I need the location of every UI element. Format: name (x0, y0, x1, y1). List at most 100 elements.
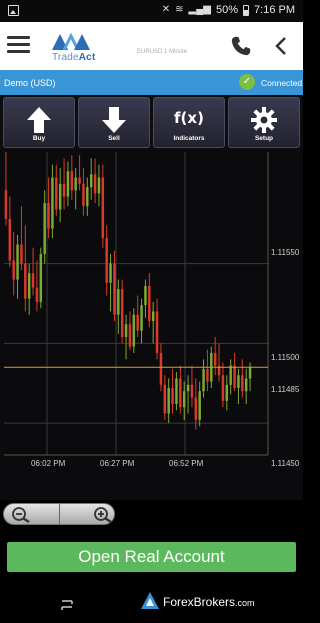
candle-body (70, 171, 74, 191)
candle-body (237, 375, 240, 389)
candle-body (55, 177, 58, 210)
candle-body (190, 384, 194, 398)
candle-body (74, 177, 77, 191)
connection-bar: Demo (USD) ✓ Connected (0, 70, 303, 95)
app-screen: ✕ ≋ ▂▄▆ 50% 7:16 PM TradeAct EURUSD 1 Mi… (0, 0, 303, 623)
candle-body (179, 378, 182, 408)
candlestick-chart (4, 152, 269, 456)
candle-body (109, 263, 112, 283)
candle-body (136, 314, 139, 331)
sell-button[interactable]: Sell (78, 97, 150, 148)
candle-body (155, 311, 159, 353)
candle-body (20, 244, 23, 264)
setup-button[interactable]: Setup (228, 97, 300, 148)
recent-apps-icon[interactable] (60, 597, 74, 611)
candle-body (120, 289, 124, 337)
candle-body (39, 254, 43, 302)
y-tick-label: 1.11450 (271, 459, 300, 468)
candle-body (27, 273, 31, 299)
buy-button[interactable]: Buy (3, 97, 75, 148)
battery-icon (243, 4, 250, 16)
candle-body (241, 375, 244, 392)
account-label: Demo (USD) (4, 78, 56, 88)
candle-body (163, 384, 167, 414)
candle-body (198, 391, 201, 420)
phone-icon[interactable] (230, 35, 252, 57)
zoom-in-icon[interactable] (90, 506, 114, 523)
connection-status: Connected (261, 78, 303, 88)
zoom-control (3, 503, 115, 525)
candle-body (175, 378, 178, 404)
candle-body (194, 397, 198, 420)
candle-body (93, 174, 97, 194)
x-tick-label: 06:02 PM (31, 459, 66, 468)
toolbar: Buy Sell f(x) Indicators Setup (0, 95, 303, 150)
candle-body (97, 177, 101, 194)
gear-icon (251, 107, 277, 133)
candle-body (113, 263, 116, 315)
candle-body (206, 368, 209, 382)
indicators-label: Indicators (173, 135, 205, 142)
candle-body (213, 352, 217, 366)
back-icon[interactable] (272, 35, 290, 57)
candle-body (24, 263, 27, 299)
candle-body (124, 324, 128, 337)
candle-body (35, 287, 39, 302)
x-tick-label: 06:27 PM (100, 459, 135, 468)
image-notification-icon (8, 5, 19, 16)
mute-icon: ✕ (161, 4, 171, 15)
app-header: TradeAct EURUSD 1 Minute (0, 22, 303, 70)
current-price-label: 1.11485 (271, 385, 300, 394)
open-real-account-button[interactable]: Open Real Account (7, 542, 296, 572)
status-bar: ✕ ≋ ▂▄▆ 50% 7:16 PM (0, 0, 303, 22)
candle-body (128, 324, 132, 347)
watermark-text: ForexBrokers.com (163, 595, 255, 609)
candle-body (47, 203, 50, 229)
candle-body (182, 391, 186, 408)
candle-body (132, 314, 136, 347)
candle-body (186, 384, 190, 392)
clock: 7:16 PM (254, 4, 295, 16)
fx-icon: f(x) (174, 109, 204, 127)
candle-body (101, 177, 105, 239)
candle-body (86, 187, 89, 207)
candle-body (43, 203, 46, 255)
signal-icon: ▂▄▆ (188, 4, 211, 15)
candle-body (78, 177, 81, 184)
menu-icon[interactable] (7, 36, 30, 54)
candle-body (16, 244, 19, 280)
battery-percent: 50% (216, 4, 239, 16)
candle-body (148, 285, 151, 322)
sell-label: Sell (108, 135, 120, 142)
zoom-out-icon[interactable] (8, 506, 36, 523)
candle-body (151, 311, 155, 322)
candle-body (225, 384, 229, 401)
candle-body (82, 183, 85, 207)
candle-body (171, 388, 174, 404)
candle-body (117, 289, 120, 315)
candle-body (89, 174, 93, 188)
candle-body (233, 365, 236, 389)
y-tick-label: 1.11550 (271, 248, 300, 257)
x-tick-label: 06:52 PM (169, 459, 204, 468)
candle-body (51, 177, 54, 229)
arrow-down-icon (102, 107, 126, 133)
candle-body (105, 238, 108, 283)
indicators-button[interactable]: f(x) Indicators (153, 97, 225, 148)
y-tick-label: 1.11500 (271, 353, 300, 362)
candle-body (8, 218, 12, 261)
wifi-icon: ≋ (175, 4, 184, 15)
price-chart[interactable]: 1.11550 1.11500 1.11485 1.11450 06:02 PM… (0, 150, 303, 500)
checkmark-icon: ✓ (239, 74, 255, 90)
candle-body (159, 352, 163, 385)
candle-body (66, 171, 70, 197)
candle-body (62, 183, 66, 197)
candle-body (4, 190, 8, 219)
forexbrokers-logo-icon (141, 592, 159, 609)
candle-body (58, 183, 62, 210)
candle-body (12, 260, 15, 280)
candle-body (167, 388, 170, 414)
candle-body (244, 378, 248, 392)
candle-body (140, 305, 143, 331)
candle-body (229, 365, 232, 385)
